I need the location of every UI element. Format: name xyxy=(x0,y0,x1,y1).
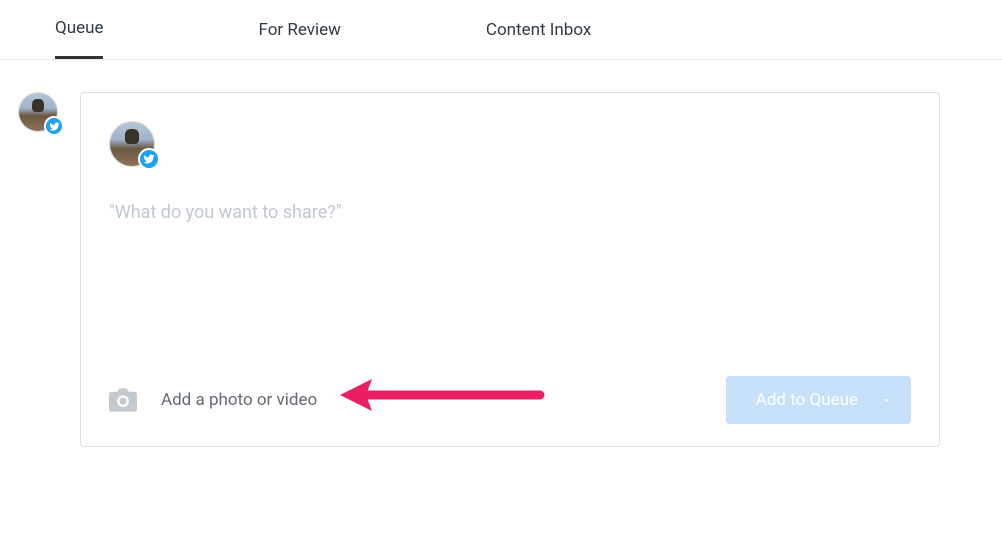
add-to-queue-button[interactable]: Add to Queue xyxy=(726,376,911,424)
composer-card: Add a photo or video Add to Queue xyxy=(80,92,940,447)
tab-for-review[interactable]: For Review xyxy=(258,20,340,58)
add-media-label: Add a photo or video xyxy=(161,390,317,410)
tab-content-inbox[interactable]: Content Inbox xyxy=(486,20,591,58)
tabs-bar: Queue For Review Content Inbox xyxy=(0,0,1002,60)
composer-input[interactable] xyxy=(109,202,911,366)
tab-queue[interactable]: Queue xyxy=(55,18,103,59)
twitter-icon xyxy=(138,148,160,170)
chevron-down-icon xyxy=(880,394,893,407)
composer-account-avatar[interactable] xyxy=(109,121,155,167)
add-media-button[interactable]: Add a photo or video xyxy=(109,388,317,412)
account-avatar[interactable] xyxy=(18,92,60,134)
content-area: Add a photo or video Add to Queue xyxy=(0,60,1002,447)
composer-footer: Add a photo or video Add to Queue xyxy=(109,376,911,424)
twitter-icon xyxy=(44,116,64,136)
add-to-queue-label: Add to Queue xyxy=(756,390,858,410)
camera-icon xyxy=(109,388,137,412)
